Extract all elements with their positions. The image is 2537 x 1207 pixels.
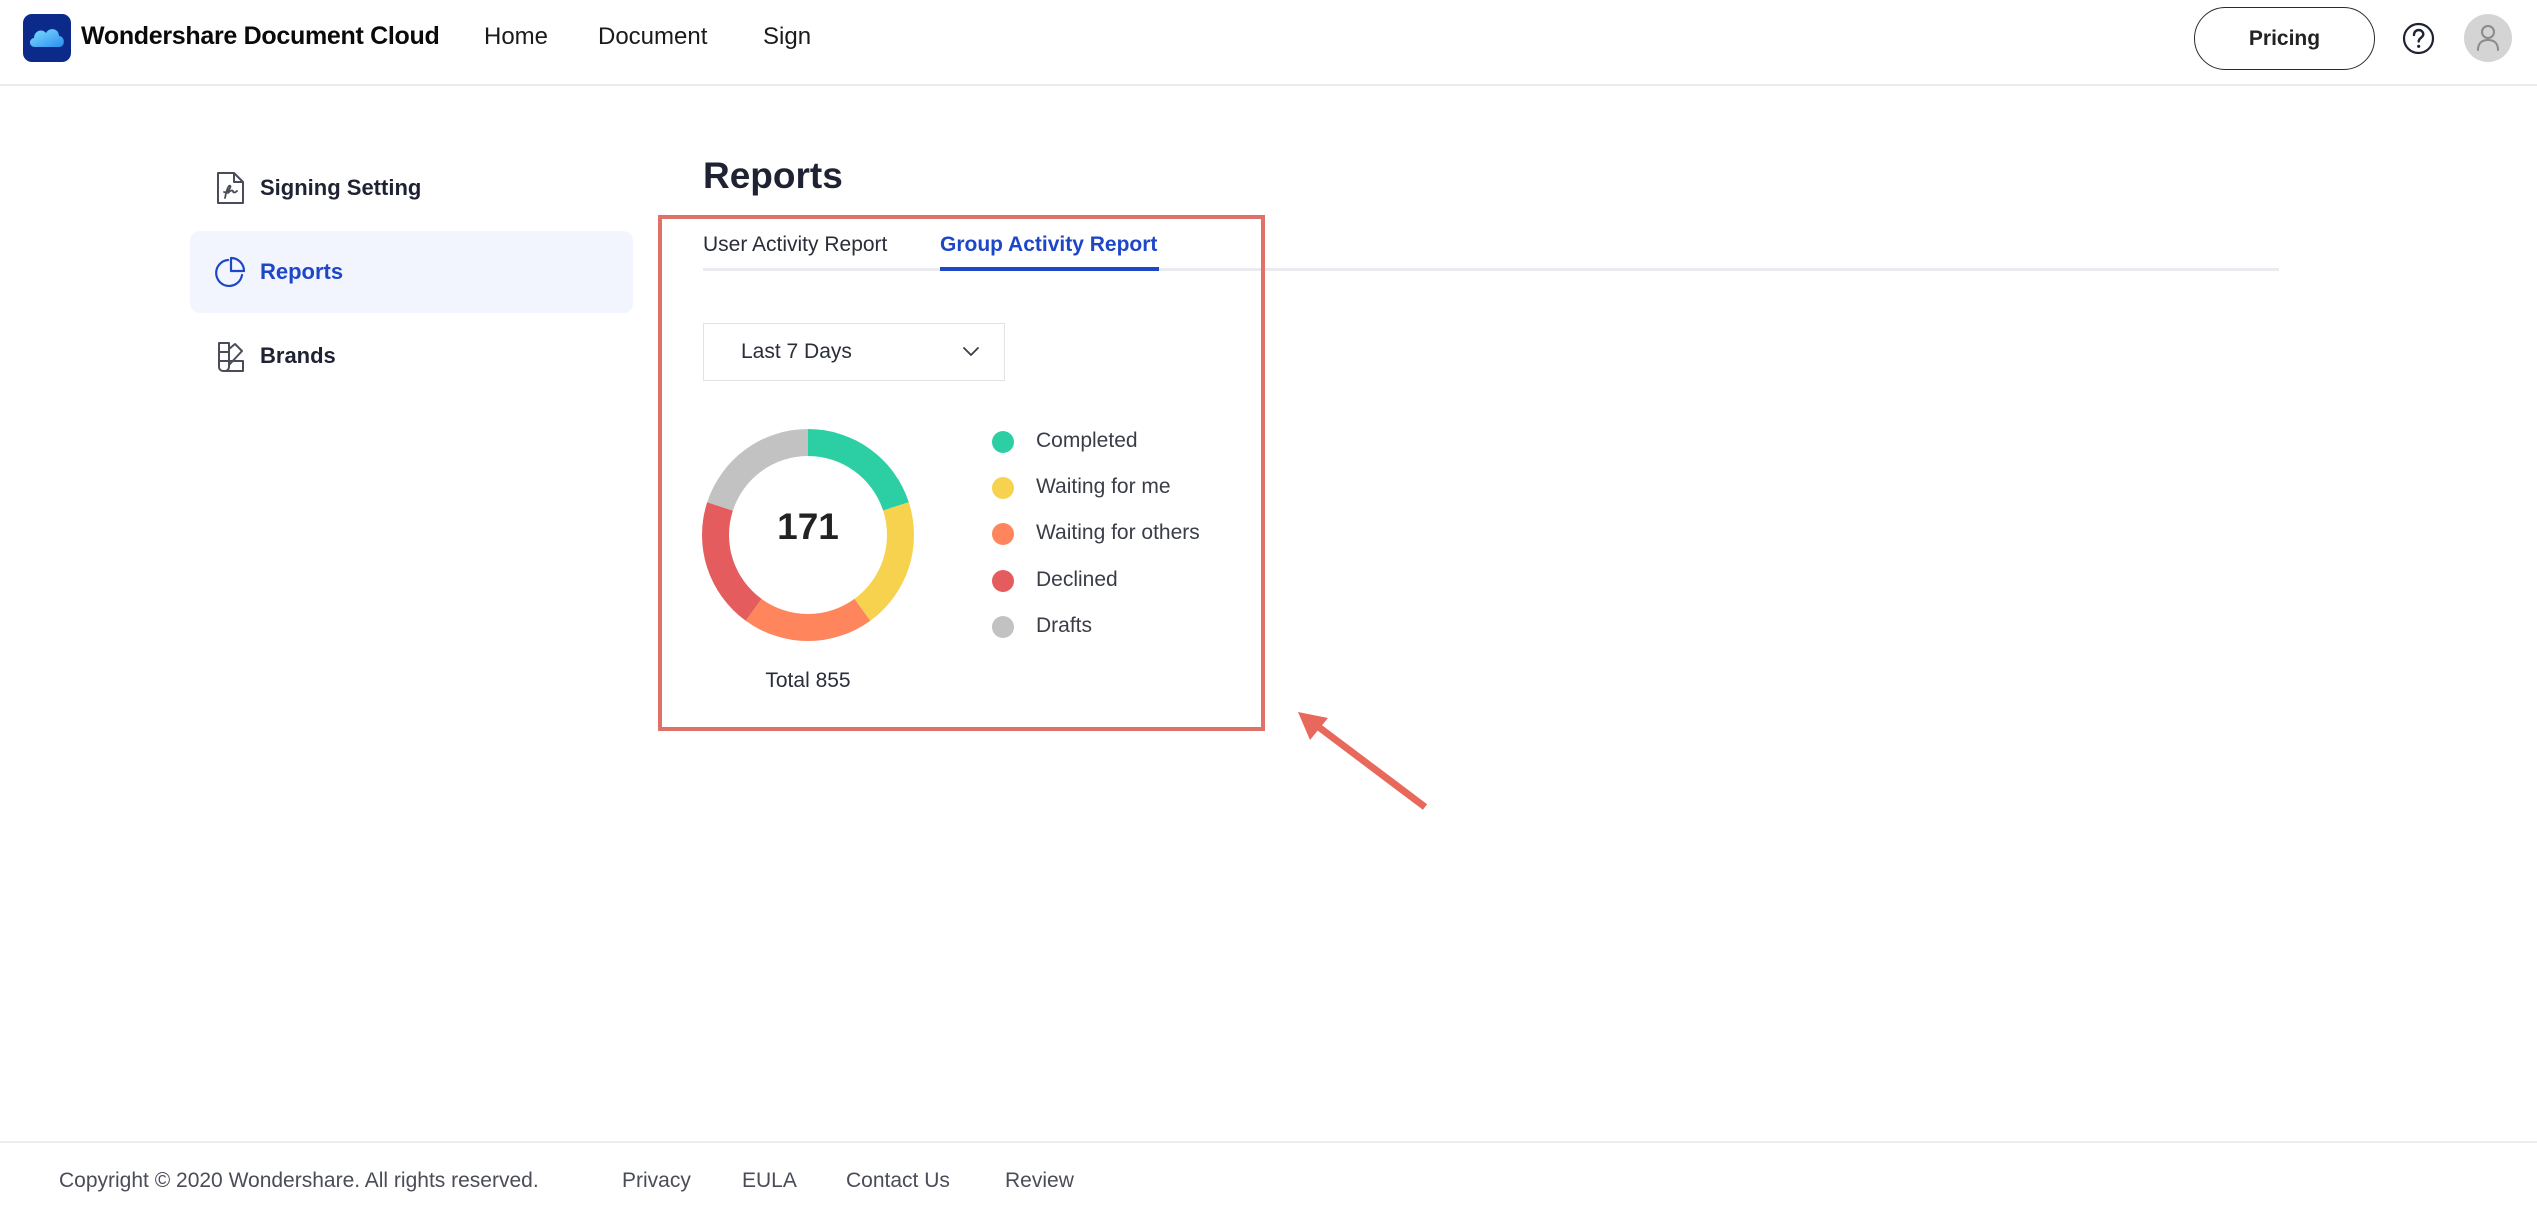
annotation-arrow-icon [1298, 712, 1428, 810]
footer-link-review[interactable]: Review [1005, 1169, 1074, 1193]
footer-link-eula[interactable]: EULA [742, 1169, 797, 1193]
brand-name: Wondershare Document Cloud [81, 22, 440, 50]
user-avatar[interactable] [2464, 14, 2512, 62]
top-header: Wondershare Document Cloud Home Document… [0, 0, 2537, 86]
sidebar-item-brands[interactable]: Brands [190, 315, 633, 397]
sidebar-item-label: Brands [260, 343, 336, 368]
sidebar-item-label: Reports [260, 259, 344, 284]
sidebar-item-signing-setting[interactable]: Signing Setting [190, 147, 633, 229]
user-icon [2477, 25, 2499, 51]
footer: Copyright © 2020 Wondershare. All rights… [0, 1141, 2537, 1207]
color-swatch-icon [215, 339, 247, 373]
nav-home[interactable]: Home [484, 23, 548, 51]
footer-link-contact-us[interactable]: Contact Us [846, 1169, 950, 1193]
wondershare-logo-icon[interactable] [23, 14, 71, 62]
highlight-annotation-box [658, 215, 1265, 731]
sidebar-item-label: Signing Setting [260, 175, 422, 200]
page-title: Reports [703, 155, 843, 196]
footer-link-privacy[interactable]: Privacy [622, 1169, 691, 1193]
nav-document[interactable]: Document [598, 23, 707, 51]
pricing-button[interactable]: Pricing [2194, 7, 2375, 70]
sidebar-item-reports[interactable]: Reports [190, 231, 633, 313]
copyright-text: Copyright © 2020 Wondershare. All rights… [59, 1169, 539, 1192]
signature-document-icon [215, 171, 247, 205]
nav-sign[interactable]: Sign [763, 23, 811, 51]
question-circle-icon[interactable] [2402, 22, 2435, 55]
pie-chart-icon [215, 255, 247, 289]
